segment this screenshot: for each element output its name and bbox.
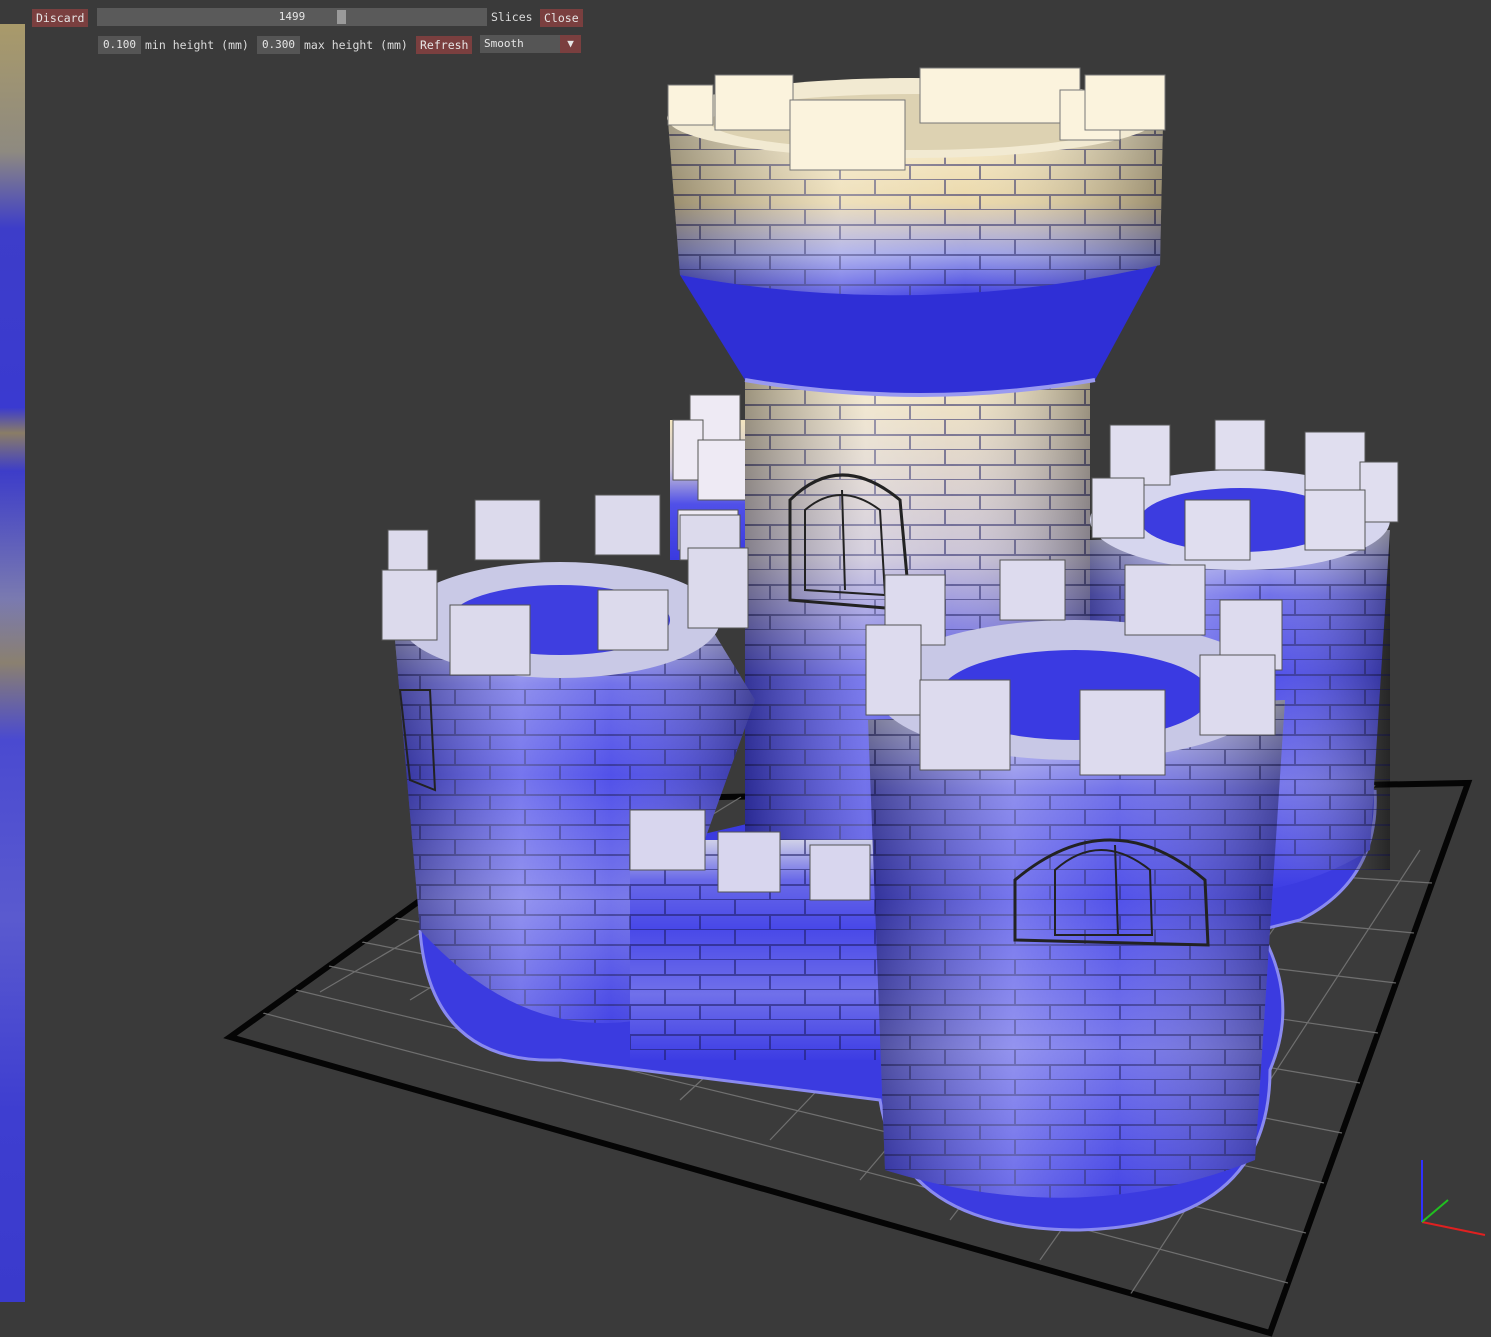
3d-viewport[interactable] [0,0,1491,1337]
slices-slider[interactable]: 1499 [97,8,487,26]
max-height-label: max height (mm) [304,38,408,52]
height-legend-bar [0,24,25,1302]
close-button[interactable]: Close [540,9,583,27]
triangle-down-icon[interactable]: ▼ [560,35,581,53]
slices-value: 1499 [278,10,306,23]
mode-select[interactable]: Smooth ▼ [480,35,581,53]
discard-button[interactable]: Discard [32,9,89,27]
min-height-input[interactable]: 0.100 [98,36,141,54]
mode-select-value: Smooth [484,37,524,50]
turret-front-right [865,559,1285,1198]
xyz-axes-icon [1421,1160,1486,1236]
refresh-button[interactable]: Refresh [416,36,473,54]
castle-model[interactable] [381,67,1399,1232]
curtain-wall [629,809,880,1060]
slices-label: Slices [491,10,533,24]
max-height-input[interactable]: 0.300 [257,36,300,54]
slider-handle[interactable] [337,10,346,24]
min-height-label: min height (mm) [145,38,249,52]
